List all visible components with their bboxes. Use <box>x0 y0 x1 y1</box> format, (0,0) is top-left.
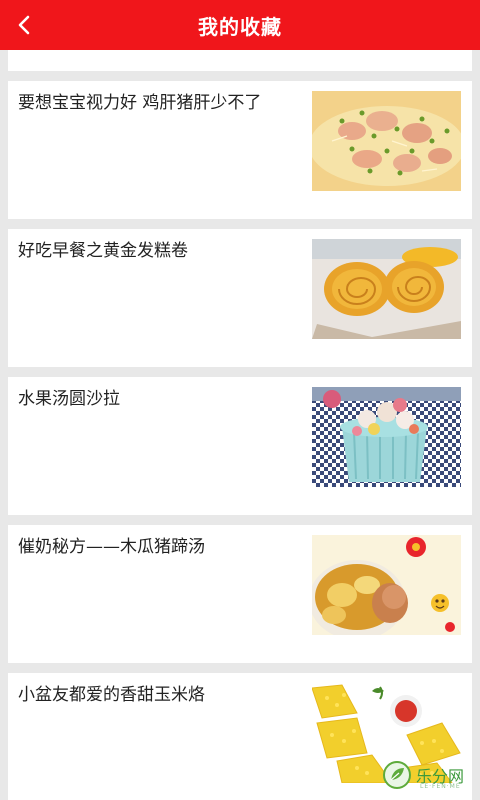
recipe-title: 水果汤圆沙拉 <box>18 389 120 409</box>
watermark: 乐分网 LE·FEN·ME <box>382 755 474 795</box>
leaf-logo-icon <box>383 761 411 789</box>
page-title: 我的收藏 <box>198 14 282 39</box>
recipe-thumbnail <box>312 91 461 191</box>
sponge-cake-roll-photo <box>312 239 461 339</box>
list-item-partial <box>8 50 472 71</box>
liver-dish-photo <box>312 91 461 191</box>
list-item[interactable]: 水果汤圆沙拉 <box>8 377 472 515</box>
recipe-thumbnail <box>312 535 461 635</box>
list-item[interactable]: 要想宝宝视力好 鸡肝猪肝少不了 <box>8 81 472 219</box>
recipe-title: 小盆友都爱的香甜玉米烙 <box>18 685 205 705</box>
recipe-title: 好吃早餐之黄金发糕卷 <box>18 241 188 261</box>
fruit-tangyuan-salad-photo <box>312 387 461 487</box>
recipe-title: 催奶秘方——木瓜猪蹄汤 <box>18 537 205 557</box>
recipe-thumbnail <box>312 239 461 339</box>
back-button[interactable] <box>6 5 42 45</box>
chevron-left-icon <box>18 15 30 35</box>
watermark-sub: LE·FEN·ME <box>420 783 461 790</box>
papaya-pig-trotter-soup-photo <box>312 535 461 635</box>
recipe-title: 要想宝宝视力好 鸡肝猪肝少不了 <box>18 93 262 113</box>
recipe-thumbnail <box>312 387 461 487</box>
list-item[interactable]: 催奶秘方——木瓜猪蹄汤 <box>8 525 472 663</box>
app-screen: 我的收藏 要想宝宝视力好 鸡肝猪肝少不了 好吃早餐之黄金发糕卷 水果汤圆沙拉 催… <box>0 0 480 800</box>
header-bar: 我的收藏 <box>0 0 480 50</box>
list-item[interactable]: 好吃早餐之黄金发糕卷 <box>8 229 472 367</box>
